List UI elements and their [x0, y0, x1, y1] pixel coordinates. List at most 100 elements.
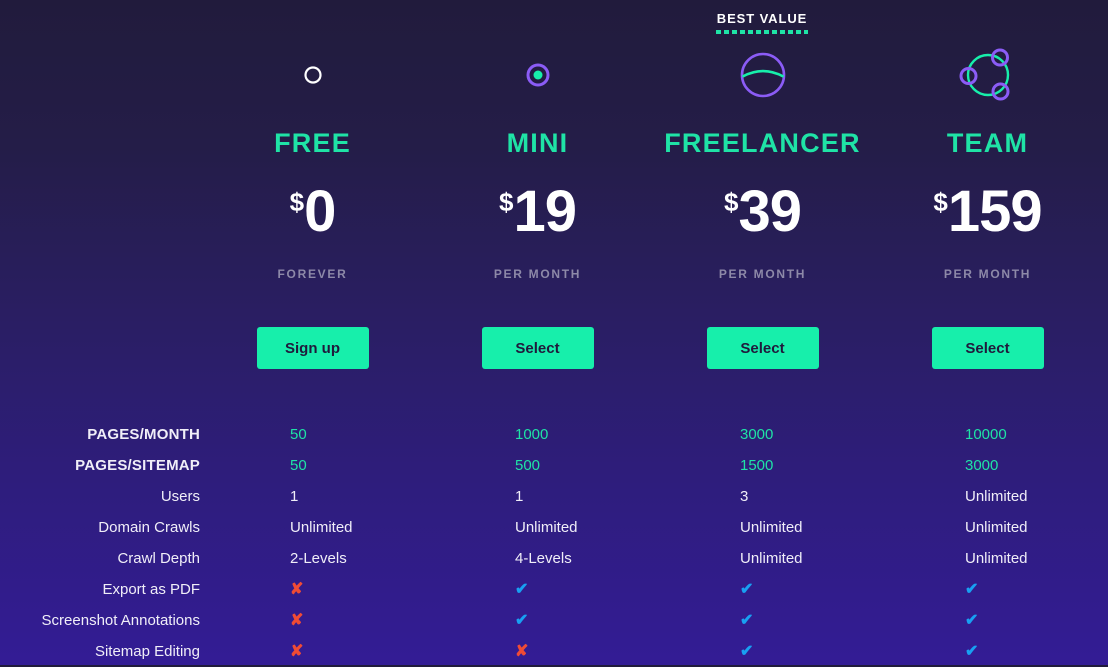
table-row: Crawl Depth 2-Levels 4-Levels Unlimited Unli… — [0, 543, 1108, 574]
feature-value: 3000 — [965, 456, 999, 474]
price-amount: 0 — [304, 179, 336, 244]
cross-glyph: ✘ — [290, 580, 304, 598]
plan-name: TEAM — [946, 128, 1029, 158]
ring-outline-icon — [200, 44, 425, 106]
table-row: PAGES/SITEMAP 50 500 1500 3000 — [0, 450, 1108, 481]
price-amount: 19 — [513, 179, 577, 244]
cross-icon: ✘ — [200, 581, 425, 599]
plan-columns: FREE $0 FOREVER Sign up MINI $19 PER MON… — [0, 44, 1108, 369]
check-icon: ✔ — [875, 643, 1100, 661]
plan-price: $39 — [650, 174, 875, 255]
cross-glyph: ✘ — [290, 642, 304, 660]
best-value-dashed-rule — [716, 30, 808, 34]
check-icon: ✔ — [425, 612, 650, 630]
feature-label: Sitemap Editing — [94, 642, 200, 660]
check-glyph: ✔ — [965, 611, 979, 629]
table-row: Sitemap Editing ✘ ✘ ✔ ✔ — [0, 636, 1108, 667]
select-button-freelancer[interactable]: Select — [706, 327, 819, 369]
plan-cta-wrap: Select — [875, 327, 1100, 369]
feature-value: 3 — [740, 487, 749, 505]
check-glyph: ✔ — [515, 611, 529, 629]
price-currency: $ — [289, 187, 305, 217]
check-icon: ✔ — [650, 612, 875, 630]
feature-label: PAGES/SITEMAP — [75, 456, 200, 474]
plan-name: FREE — [274, 128, 351, 158]
feature-value: 50 — [290, 456, 307, 474]
check-glyph: ✔ — [740, 611, 754, 629]
feature-comparison-table: PAGES/MONTH 50 1000 3000 10000 PAGES/SITEMAP 5… — [0, 419, 1108, 667]
price-amount: 159 — [947, 179, 1043, 244]
signup-button[interactable]: Sign up — [256, 327, 369, 369]
check-glyph: ✔ — [740, 580, 754, 598]
pricing-page: BEST VALUE FREE $0 FOREVER Sign up MINI … — [0, 0, 1108, 665]
table-row: Domain Crawls Unlimited Unlimited Unlimited… — [0, 512, 1108, 543]
cross-icon: ✘ — [200, 643, 425, 661]
plan-cta-wrap: Select — [650, 327, 875, 369]
feature-value: Unlimited — [515, 518, 578, 536]
plan-price: $0 — [200, 174, 425, 255]
feature-value: Unlimited — [290, 518, 353, 536]
plan-column-free: FREE $0 FOREVER Sign up — [200, 44, 425, 369]
plan-price: $159 — [875, 174, 1100, 255]
plan-column-team: TEAM $159 PER MONTH Select — [875, 44, 1100, 369]
check-glyph: ✔ — [515, 580, 529, 598]
plan-cta-wrap: Select — [425, 327, 650, 369]
price-currency: $ — [933, 187, 948, 217]
best-value-label: BEST VALUE — [716, 11, 808, 26]
feature-value: 1000 — [515, 425, 549, 443]
feature-value: 1 — [515, 487, 524, 505]
plan-period: PER MONTH — [943, 267, 1032, 281]
feature-value: Unlimited — [965, 518, 1028, 536]
feature-value: Unlimited — [740, 518, 803, 536]
table-row: Screenshot Annotations ✘ ✔ ✔ ✔ — [0, 605, 1108, 636]
plan-period: FOREVER — [277, 267, 348, 281]
cross-glyph: ✘ — [290, 611, 304, 629]
cross-glyph: ✘ — [515, 642, 529, 660]
check-icon: ✔ — [425, 581, 650, 599]
circle-arc-icon — [650, 44, 875, 106]
best-value-badge: BEST VALUE — [712, 11, 812, 34]
feature-label: PAGES/MONTH — [87, 425, 200, 443]
network-nodes-icon — [875, 44, 1100, 106]
select-button-team[interactable]: Select — [931, 327, 1044, 369]
check-icon: ✔ — [650, 581, 875, 599]
feature-value: 1500 — [740, 456, 774, 474]
feature-value: Unlimited — [965, 549, 1028, 567]
check-icon: ✔ — [875, 581, 1100, 599]
feature-value: 1 — [290, 487, 299, 505]
plan-name: MINI — [506, 128, 569, 158]
feature-value: 10000 — [965, 425, 1007, 443]
check-glyph: ✔ — [965, 642, 979, 660]
check-glyph: ✔ — [965, 580, 979, 598]
check-glyph: ✔ — [740, 642, 754, 660]
cross-icon: ✘ — [200, 612, 425, 630]
feature-label: Export as PDF — [102, 580, 200, 598]
price-amount: 39 — [738, 179, 802, 244]
ring-dot-icon — [425, 44, 650, 106]
feature-value: 2-Levels — [290, 549, 347, 567]
plan-name: FREELANCER — [664, 128, 861, 158]
table-row: Users 1 1 3 Unlimited — [0, 481, 1108, 512]
check-icon: ✔ — [875, 612, 1100, 630]
feature-label: Screenshot Annotations — [41, 611, 200, 629]
plan-cta-wrap: Sign up — [200, 327, 425, 369]
plan-period: PER MONTH — [493, 267, 582, 281]
feature-value: 500 — [515, 456, 541, 474]
plan-column-freelancer: FREELANCER $39 PER MONTH Select — [650, 44, 875, 369]
select-button-mini[interactable]: Select — [481, 327, 594, 369]
check-icon: ✔ — [650, 643, 875, 661]
feature-value: 50 — [290, 425, 307, 443]
feature-label: Users — [160, 487, 200, 505]
feature-value: Unlimited — [740, 549, 803, 567]
plan-price: $19 — [425, 174, 650, 255]
plan-column-mini: MINI $19 PER MONTH Select — [425, 44, 650, 369]
cross-icon: ✘ — [425, 643, 650, 661]
feature-value: Unlimited — [965, 487, 1028, 505]
table-row: PAGES/MONTH 50 1000 3000 10000 — [0, 419, 1108, 450]
price-currency: $ — [724, 187, 739, 217]
feature-value: 4-Levels — [515, 549, 572, 567]
table-row: Export as PDF ✘ ✔ ✔ ✔ — [0, 574, 1108, 605]
feature-value: 3000 — [740, 425, 774, 443]
plan-period: PER MONTH — [718, 267, 807, 281]
feature-label: Crawl Depth — [117, 549, 200, 567]
